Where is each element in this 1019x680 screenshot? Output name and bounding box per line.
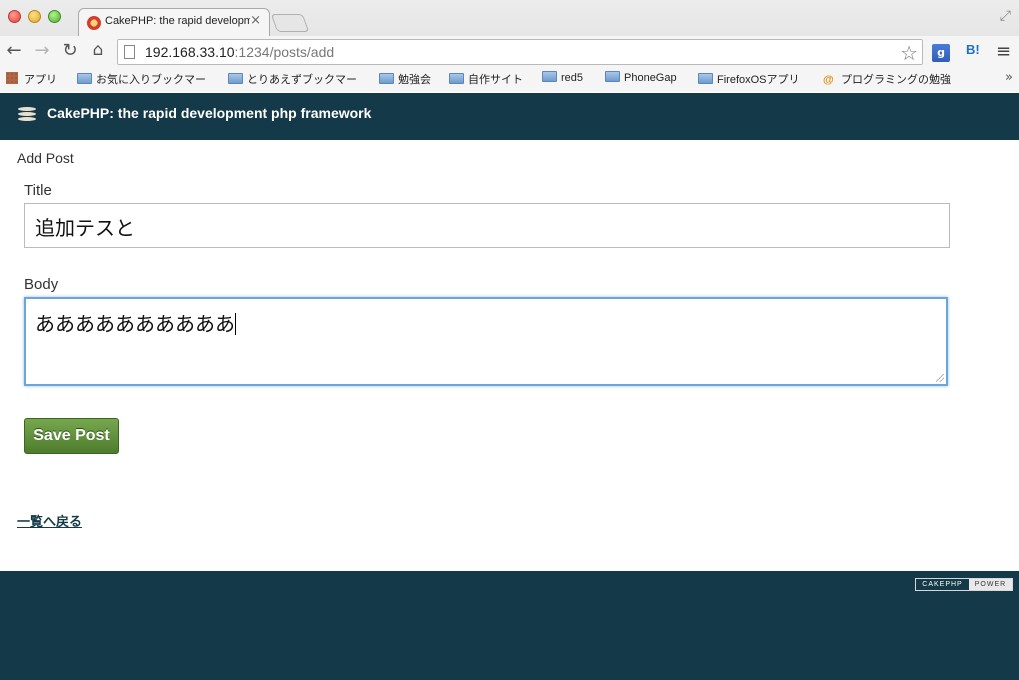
hatena-bookmark-icon[interactable]: B!	[966, 42, 980, 57]
bookmark-label: red5	[561, 72, 584, 84]
resize-handle[interactable]	[936, 374, 944, 382]
bookmark-apps[interactable]: アプリ	[6, 71, 57, 87]
bookmark-folder[interactable]: 自作サイト	[449, 71, 523, 87]
home-icon[interactable]: ⌂	[87, 40, 109, 60]
browser-menu-icon[interactable]: ≡	[996, 41, 1011, 62]
reload-icon[interactable]: ↻	[59, 40, 81, 61]
title-input[interactable]: 追加テスと	[24, 203, 950, 248]
title-label: Title	[24, 182, 52, 199]
bookmark-folder[interactable]: 勉強会	[379, 71, 431, 87]
app-header: CakePHP: the rapid development php frame…	[0, 93, 1019, 140]
cakephp-power-badge[interactable]: CAKEPHP POWER	[915, 578, 1013, 591]
bookmark-label: FirefoxOSアプリ	[717, 74, 800, 86]
bookmarks-bar: アプリ お気に入りブックマー とりあえずブックマー 勉強会 自作サイト red5…	[0, 68, 1019, 92]
folder-icon	[698, 73, 713, 84]
back-to-list-link[interactable]: 一覧へ戻る	[17, 511, 82, 530]
url-path: :1234/posts/add	[234, 44, 335, 60]
bookmarks-overflow-icon[interactable]: »	[1005, 70, 1013, 85]
folder-icon	[379, 73, 394, 84]
browser-tab-active[interactable]: CakePHP: the rapid development php frame…	[78, 8, 270, 36]
power-badge-right: POWER	[969, 579, 1012, 590]
header-title[interactable]: CakePHP: the rapid development php frame…	[47, 105, 371, 121]
bookmark-folder[interactable]: PhoneGap	[605, 71, 677, 84]
footer: CAKEPHP POWER	[0, 571, 1019, 680]
window-minimize-button[interactable]	[28, 10, 41, 23]
folder-icon	[449, 73, 464, 84]
body-label: Body	[24, 276, 59, 293]
fullscreen-icon[interactable]: ⤢	[1000, 8, 1011, 24]
cakephp-favicon-icon	[87, 16, 101, 30]
bookmark-folder[interactable]: とりあえずブックマー	[228, 71, 357, 87]
bookmark-link[interactable]: @ プログラミングの勉強	[823, 71, 956, 87]
url-text[interactable]: 192.168.33.10:1234/posts/add	[145, 44, 334, 60]
address-bar[interactable]: 192.168.33.10:1234/posts/add ☆	[117, 39, 923, 65]
at-icon: @	[823, 74, 834, 86]
window-maximize-button[interactable]	[48, 10, 61, 23]
page-icon	[124, 45, 135, 59]
bookmark-label: プログラミングの勉強	[841, 74, 951, 86]
bookmark-label: とりあえずブックマー	[247, 74, 357, 86]
bookmark-label: PhoneGap	[624, 72, 677, 84]
body-text: ああああああああああ	[35, 312, 235, 336]
apps-grid-icon	[6, 72, 18, 84]
forward-arrow-icon[interactable]: →	[31, 40, 53, 61]
back-arrow-icon[interactable]: ←	[3, 40, 25, 61]
bookmark-label: アプリ	[24, 74, 57, 86]
tab-close-icon[interactable]: ×	[250, 13, 261, 28]
bookmark-folder[interactable]: お気に入りブックマー	[77, 71, 206, 87]
folder-icon	[542, 71, 557, 82]
new-tab-button[interactable]	[270, 14, 310, 32]
bookmark-folder[interactable]: red5	[542, 71, 583, 84]
form-legend: Add Post	[17, 150, 74, 166]
folder-icon	[605, 71, 620, 82]
tab-title: CakePHP: the rapid development php frame…	[105, 15, 250, 27]
browser-toolbar: ← → ↻ ⌂ 192.168.33.10:1234/posts/add ☆	[0, 36, 1019, 68]
folder-icon	[77, 73, 92, 84]
body-textarea[interactable]: ああああああああああ	[24, 297, 948, 386]
power-badge-left: CAKEPHP	[916, 579, 969, 590]
text-caret	[235, 313, 236, 335]
bookmark-label: お気に入りブックマー	[96, 74, 206, 86]
save-post-button[interactable]: Save Post	[24, 418, 119, 454]
bookmark-star-icon[interactable]: ☆	[900, 41, 918, 65]
browser-chrome: CakePHP: the rapid development php frame…	[0, 0, 1019, 92]
folder-icon	[228, 73, 243, 84]
tab-strip: CakePHP: the rapid development php frame…	[0, 0, 1019, 36]
cakephp-logo-icon	[18, 107, 36, 123]
window-close-button[interactable]	[8, 10, 21, 23]
bookmark-label: 自作サイト	[468, 74, 523, 86]
bookmark-label: 勉強会	[398, 74, 431, 86]
bookmark-folder[interactable]: FirefoxOSアプリ	[698, 71, 800, 87]
url-host: 192.168.33.10	[145, 44, 235, 60]
google-extension-icon[interactable]: g	[932, 44, 950, 62]
